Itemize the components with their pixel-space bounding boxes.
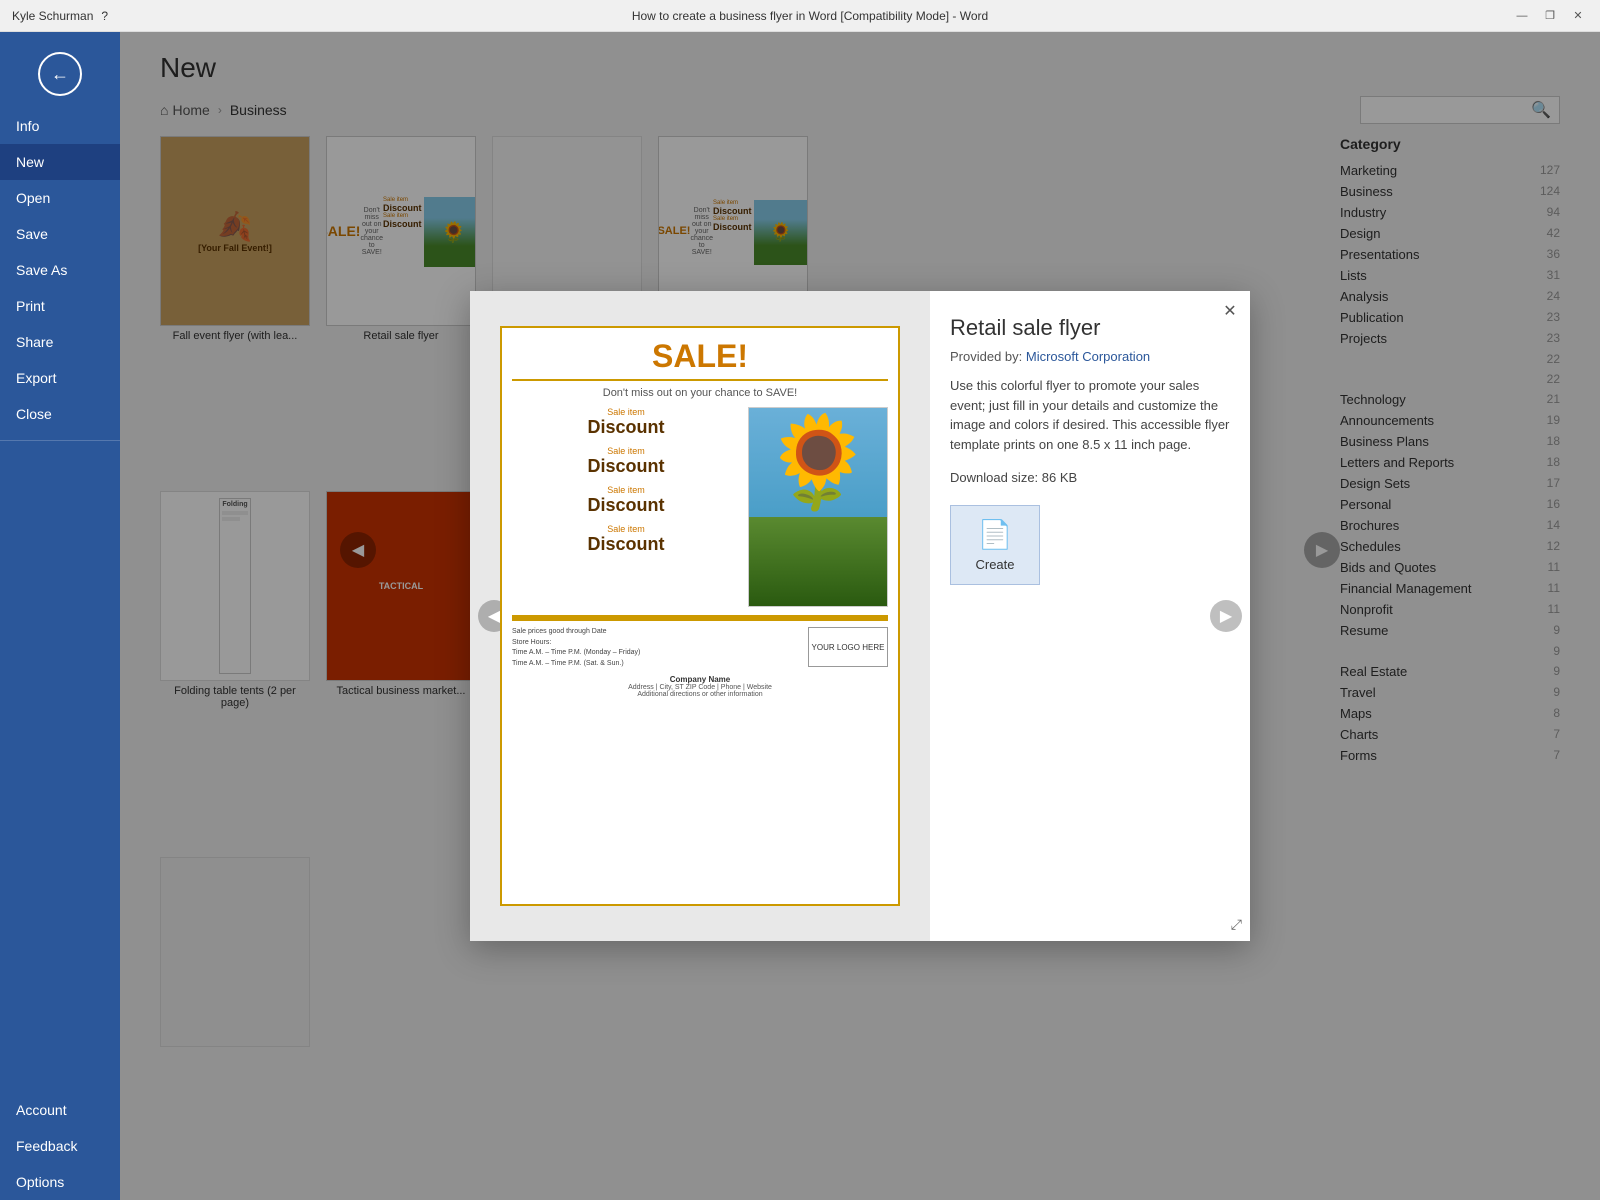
flyer-divider-top	[512, 379, 888, 381]
modal-provider: Provided by: Microsoft Corporation	[950, 349, 1230, 364]
modal-close-button[interactable]: ✕	[1218, 299, 1242, 323]
flyer-address: Address | City, ST ZIP Code | Phone | We…	[512, 684, 888, 691]
flyer-item-value-2: Discount	[512, 456, 740, 477]
sidebar-item-open[interactable]: Open	[0, 180, 120, 216]
minimize-button[interactable]: —	[1512, 6, 1532, 26]
flyer-info-row: Sale prices good through Date Store Hour…	[512, 627, 888, 669]
flyer-directions: Additional directions or other informati…	[512, 691, 888, 698]
create-button[interactable]: 📄 Create	[950, 505, 1040, 585]
sidebar-item-info[interactable]: Info	[0, 108, 120, 144]
flyer-items: Sale item Discount Sale item Discount Sa…	[512, 407, 740, 607]
modal: ✕ ◀ SALE! Don't miss out on your chance …	[470, 291, 1250, 941]
titlebar-controls: — ❐ ✕	[1512, 6, 1588, 26]
sidebar: ← Info New Open Save Save As Print Share…	[0, 32, 120, 1200]
sidebar-item-print[interactable]: Print	[0, 288, 120, 324]
sidebar-item-options[interactable]: Options	[0, 1164, 120, 1200]
help-icon[interactable]: ?	[101, 9, 108, 23]
flyer-item-3: Sale item Discount	[512, 485, 740, 516]
document-icon: 📄	[978, 518, 1013, 551]
create-label: Create	[975, 557, 1014, 572]
flyer-item-4: Sale item Discount	[512, 524, 740, 555]
flyer-item-value-4: Discount	[512, 534, 740, 555]
flyer-content: Sale item Discount Sale item Discount Sa…	[512, 407, 888, 607]
sidebar-item-new[interactable]: New	[0, 144, 120, 180]
sidebar-item-feedback[interactable]: Feedback	[0, 1128, 120, 1164]
flyer-item-label-1: Sale item	[512, 407, 740, 417]
flyer-item-value-3: Discount	[512, 495, 740, 516]
modal-download-size: Download size: 86 KB	[950, 470, 1230, 485]
flyer-item-label-4: Sale item	[512, 524, 740, 534]
flyer-preview: SALE! Don't miss out on your chance to S…	[500, 326, 900, 906]
flyer-item-2: Sale item Discount	[512, 446, 740, 477]
titlebar-title: How to create a business flyer in Word […	[108, 9, 1512, 23]
modal-description: Use this colorful flyer to promote your …	[950, 376, 1230, 454]
flyer-logo-box: YOUR LOGO HERE	[808, 627, 888, 667]
sidebar-item-share[interactable]: Share	[0, 324, 120, 360]
flyer-title: SALE!	[512, 338, 888, 375]
sidebar-divider	[0, 440, 120, 441]
modal-next-arrow[interactable]: ▶	[1210, 600, 1242, 632]
flyer-item-value-1: Discount	[512, 417, 740, 438]
sidebar-item-save[interactable]: Save	[0, 216, 120, 252]
titlebar-user: Kyle Schurman ?	[12, 9, 108, 23]
titlebar: Kyle Schurman ? How to create a business…	[0, 0, 1600, 32]
main-content: New ⌂ Home › Business 🔍 🍂 [Your Fall E	[120, 32, 1600, 1200]
modal-info-panel: Retail sale flyer Provided by: Microsoft…	[930, 291, 1250, 941]
sidebar-item-export[interactable]: Export	[0, 360, 120, 396]
flyer-item-1: Sale item Discount	[512, 407, 740, 438]
flyer-subtitle: Don't miss out on your chance to SAVE!	[512, 387, 888, 399]
modal-template-title: Retail sale flyer	[950, 315, 1230, 341]
flyer-store-info: Sale prices good through Date Store Hour…	[512, 627, 640, 669]
close-button[interactable]: ✕	[1568, 6, 1588, 26]
sidebar-item-account[interactable]: Account	[0, 1092, 120, 1128]
modal-overlay: ✕ ◀ SALE! Don't miss out on your chance …	[120, 32, 1600, 1200]
sidebar-item-close[interactable]: Close	[0, 396, 120, 432]
flyer-item-label-2: Sale item	[512, 446, 740, 456]
app-container: ← Info New Open Save Save As Print Share…	[0, 32, 1600, 1200]
sidebar-item-save-as[interactable]: Save As	[0, 252, 120, 288]
flyer-company-name: Company Name	[512, 675, 888, 684]
size-toggle-icon[interactable]: ⤢	[1231, 916, 1242, 933]
back-button[interactable]: ←	[38, 52, 82, 96]
sidebar-bottom: Account Feedback Options	[0, 1092, 120, 1200]
flyer-bottom-bar	[512, 615, 888, 621]
restore-button[interactable]: ❐	[1540, 6, 1560, 26]
user-name: Kyle Schurman	[12, 9, 93, 23]
flyer-item-label-3: Sale item	[512, 485, 740, 495]
flyer-image: 🌻	[748, 407, 888, 607]
modal-provider-link[interactable]: Microsoft Corporation	[1026, 349, 1150, 364]
modal-preview-area: ◀ SALE! Don't miss out on your chance to…	[470, 291, 930, 941]
